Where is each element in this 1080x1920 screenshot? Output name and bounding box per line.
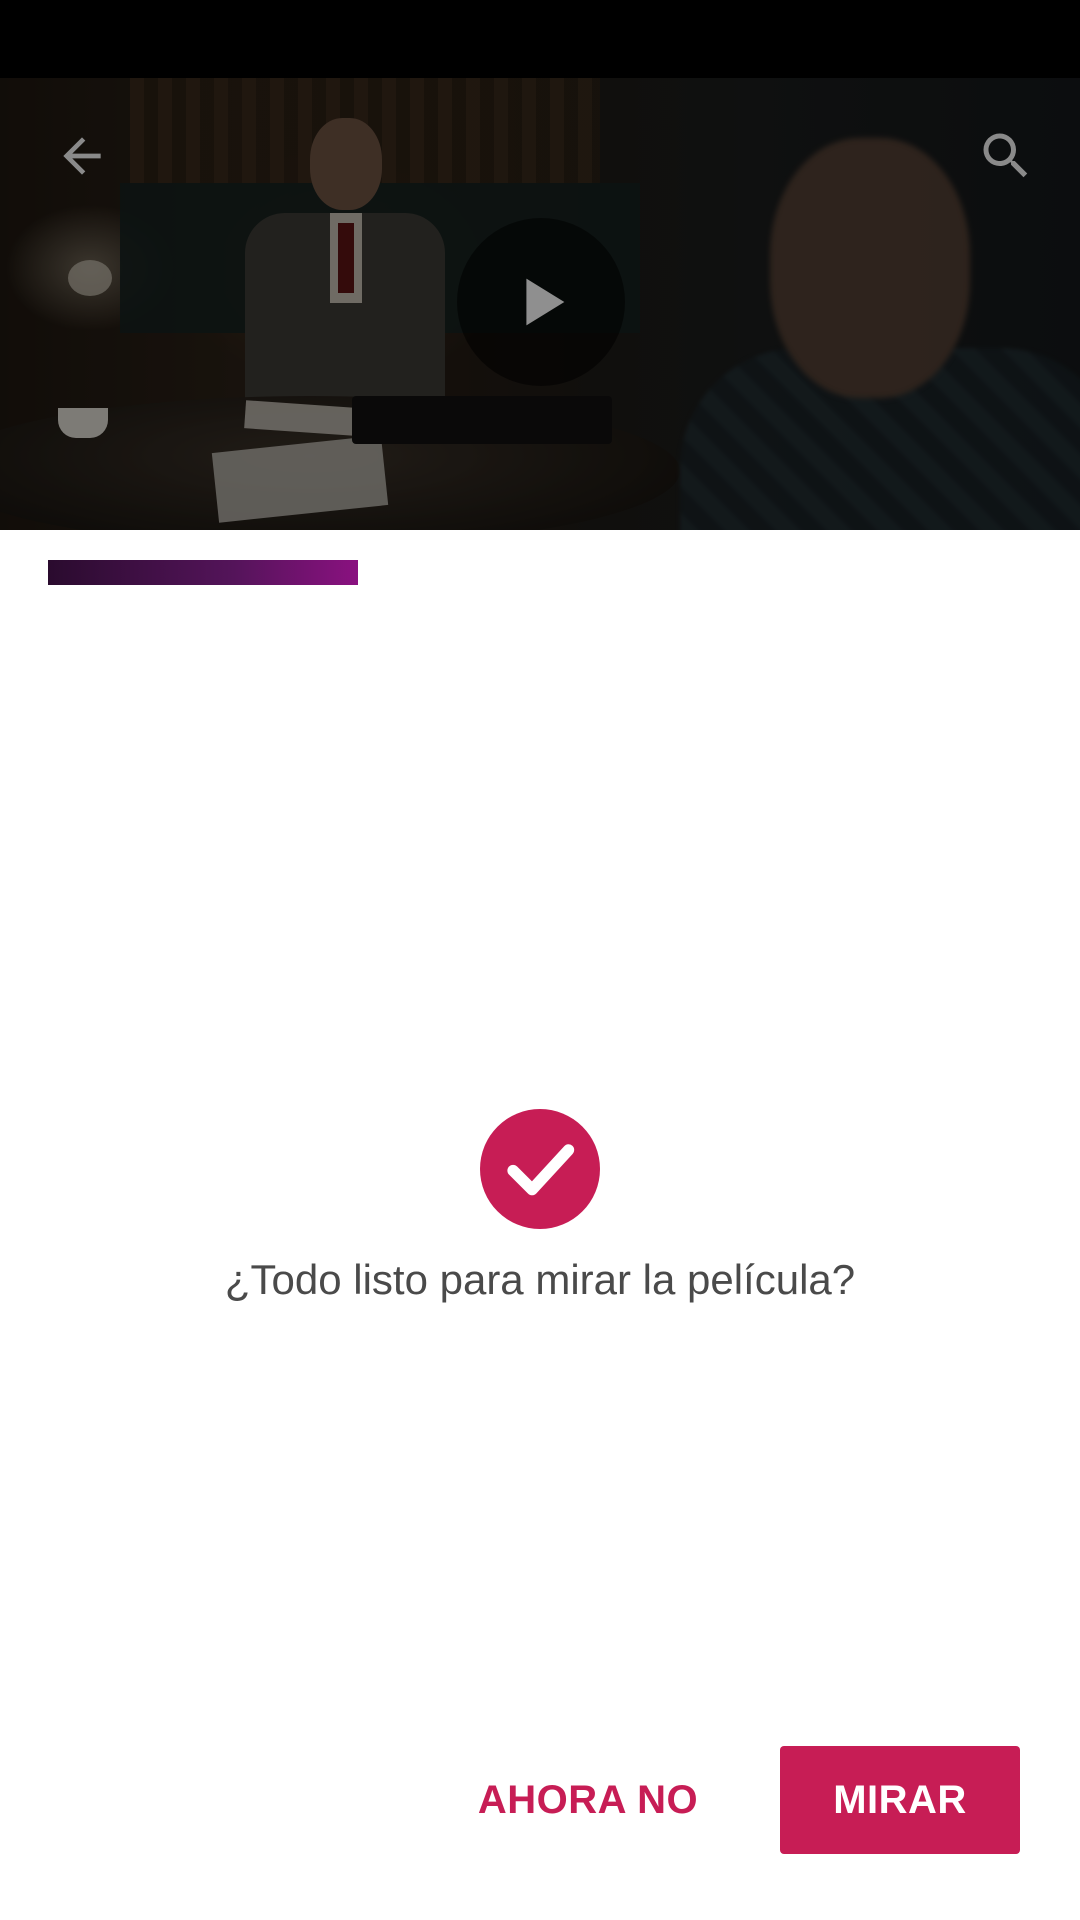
thumbnail-strip [48, 560, 358, 585]
back-button[interactable] [44, 118, 120, 194]
arrow-back-icon [63, 137, 101, 175]
search-button[interactable] [968, 118, 1044, 194]
checkmark-icon [507, 1144, 575, 1196]
check-circle-icon [480, 1109, 600, 1229]
ready-prompt-text: ¿Todo listo para mirar la película? [224, 1256, 856, 1303]
play-icon [526, 278, 565, 326]
play-button[interactable] [457, 218, 625, 386]
status-bar [0, 0, 1080, 78]
not-now-button[interactable]: AHORA NO [460, 1746, 716, 1854]
watch-button[interactable]: MIRAR [780, 1746, 1020, 1854]
search-icon [983, 133, 1028, 178]
